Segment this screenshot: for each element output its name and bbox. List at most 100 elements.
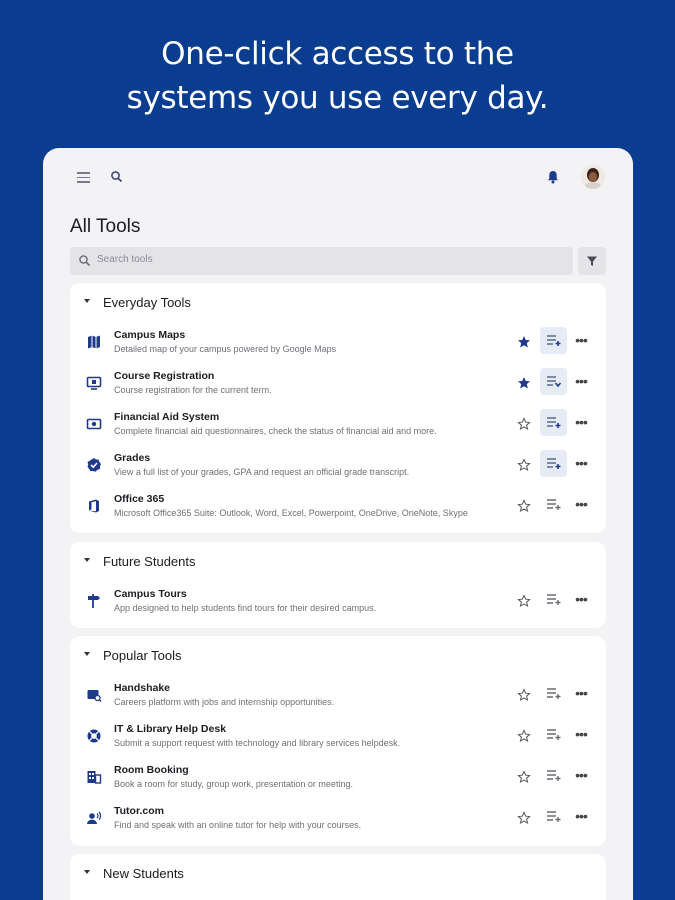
map-icon <box>86 334 102 350</box>
section-header[interactable]: Future Students <box>70 542 606 582</box>
add-to-quick-actions-button[interactable] <box>540 586 567 613</box>
search-icon <box>78 254 92 268</box>
star-outline-icon[interactable] <box>517 594 531 608</box>
more-options-icon[interactable]: ••• <box>574 456 588 472</box>
tool-row-course-registration[interactable]: Course Registration Course registration … <box>70 364 606 405</box>
tool-name: Office 365 <box>114 493 165 505</box>
tool-description: Submit a support request with technology… <box>114 738 401 748</box>
add-to-quick-actions-button[interactable] <box>540 409 567 436</box>
top-bar <box>43 148 633 210</box>
more-options-icon[interactable]: ••• <box>574 592 588 608</box>
section-title: Everyday Tools <box>103 295 191 310</box>
star-outline-icon[interactable] <box>517 688 531 702</box>
search-placeholder: Search tools <box>97 254 153 265</box>
add-to-quick-actions-button[interactable] <box>540 762 567 789</box>
filter-icon <box>587 256 597 266</box>
add-to-quick-actions-button[interactable] <box>540 680 567 707</box>
more-options-icon[interactable]: ••• <box>574 415 588 431</box>
tool-row-office-365[interactable]: Office 365 Microsoft Office365 Suite: Ou… <box>70 487 606 528</box>
star-outline-icon[interactable] <box>517 770 531 784</box>
tool-description: Course registration for the current term… <box>114 385 272 395</box>
avatar[interactable] <box>581 165 605 189</box>
tool-row-campus-tours[interactable]: Campus Tours App designed to help studen… <box>70 582 606 623</box>
search-input[interactable]: Search tools <box>70 247 573 275</box>
headline-line-2: systems you use every day. <box>126 80 549 116</box>
star-outline-icon[interactable] <box>517 811 531 825</box>
tool-row-campus-maps[interactable]: Campus Maps Detailed map of your campus … <box>70 323 606 364</box>
section-title: New Students <box>103 866 184 881</box>
search-icon[interactable] <box>110 170 126 186</box>
more-options-icon[interactable]: ••• <box>574 374 588 390</box>
add-to-quick-actions-button[interactable] <box>540 721 567 748</box>
section-title: Popular Tools <box>103 648 182 663</box>
remove-from-quick-actions-button[interactable] <box>540 368 567 395</box>
tool-description: Careers platform with jobs and internshi… <box>114 697 335 707</box>
star-outline-icon[interactable] <box>517 458 531 472</box>
add-to-quick-actions-button[interactable] <box>540 450 567 477</box>
monitor-icon <box>86 375 102 391</box>
tool-description: Detailed map of your campus powered by G… <box>114 344 337 354</box>
headline-line-1: One-click access to the <box>161 36 514 72</box>
more-options-icon[interactable]: ••• <box>574 727 588 743</box>
chevron-down-icon <box>84 652 90 656</box>
add-to-quick-actions-button[interactable] <box>540 491 567 518</box>
more-options-icon[interactable]: ••• <box>574 333 588 349</box>
chevron-down-icon <box>84 299 90 303</box>
person-speaking-icon <box>86 810 102 826</box>
tool-description: View a full list of your grades, GPA and… <box>114 467 410 477</box>
filter-button[interactable] <box>578 247 606 275</box>
tool-row-financial-aid-system[interactable]: Financial Aid System Complete financial … <box>70 405 606 446</box>
tool-name: Room Booking <box>114 764 189 776</box>
section-header[interactable]: New Students <box>70 854 606 894</box>
add-to-quick-actions-button[interactable] <box>540 327 567 354</box>
section-title: Future Students <box>103 554 196 569</box>
signpost-icon <box>86 593 102 609</box>
chevron-down-icon <box>84 558 90 562</box>
tool-name: Campus Maps <box>114 329 186 341</box>
tool-name: Grades <box>114 452 151 464</box>
lifebuoy-icon <box>86 728 102 744</box>
add-to-quick-actions-button[interactable] <box>540 803 567 830</box>
tool-row-handshake[interactable]: Handshake Careers platform with jobs and… <box>70 676 606 717</box>
chevron-down-icon <box>84 870 90 874</box>
check-circle-icon <box>86 457 102 473</box>
section-header[interactable]: Popular Tools <box>70 636 606 676</box>
more-options-icon[interactable]: ••• <box>574 809 588 825</box>
section-popular-tools: Popular Tools Handshake Careers platform… <box>70 636 606 846</box>
money-icon <box>86 416 102 432</box>
menu-icon[interactable] <box>77 170 93 186</box>
tool-description: App designed to help students find tours… <box>114 603 377 613</box>
tool-row-room-booking[interactable]: Room Booking Book a room for study, grou… <box>70 758 606 799</box>
section-new-students: New Students <box>70 854 606 900</box>
tool-description: Complete financial aid questionnaires, c… <box>114 426 437 436</box>
tool-name: Course Registration <box>114 370 215 382</box>
section-header[interactable]: Everyday Tools <box>70 283 606 323</box>
briefcase-search-icon <box>86 687 102 703</box>
bell-icon[interactable] <box>545 169 561 185</box>
office-icon <box>86 498 102 514</box>
building-icon <box>86 769 102 785</box>
tool-name: IT & Library Help Desk <box>114 723 227 735</box>
tool-row-grades[interactable]: Grades View a full list of your grades, … <box>70 446 606 487</box>
page-title: All Tools <box>70 216 141 237</box>
tool-description: Find and speak with an online tutor for … <box>114 820 362 830</box>
more-options-icon[interactable]: ••• <box>574 497 588 513</box>
section-everyday-tools: Everyday Tools Campus Maps Detailed map … <box>70 283 606 533</box>
app-window: All Tools Search tools Everyday Tools Ca… <box>43 148 633 900</box>
tool-row-it-library-help-desk[interactable]: IT & Library Help Desk Submit a support … <box>70 717 606 758</box>
headline: One-click access to the systems you use … <box>0 32 675 120</box>
tool-description: Microsoft Office365 Suite: Outlook, Word… <box>114 508 468 518</box>
star-filled-icon[interactable] <box>517 376 531 390</box>
star-outline-icon[interactable] <box>517 417 531 431</box>
star-outline-icon[interactable] <box>517 499 531 513</box>
more-options-icon[interactable]: ••• <box>574 768 588 784</box>
tool-name: Campus Tours <box>114 588 187 600</box>
tool-description: Book a room for study, group work, prese… <box>114 779 353 789</box>
star-outline-icon[interactable] <box>517 729 531 743</box>
more-options-icon[interactable]: ••• <box>574 686 588 702</box>
star-filled-icon[interactable] <box>517 335 531 349</box>
tool-row-tutor-com[interactable]: Tutor.com Find and speak with an online … <box>70 799 606 840</box>
tool-name: Handshake <box>114 682 171 694</box>
section-future-students: Future Students Campus Tours App designe… <box>70 542 606 628</box>
tool-name: Tutor.com <box>114 805 164 817</box>
